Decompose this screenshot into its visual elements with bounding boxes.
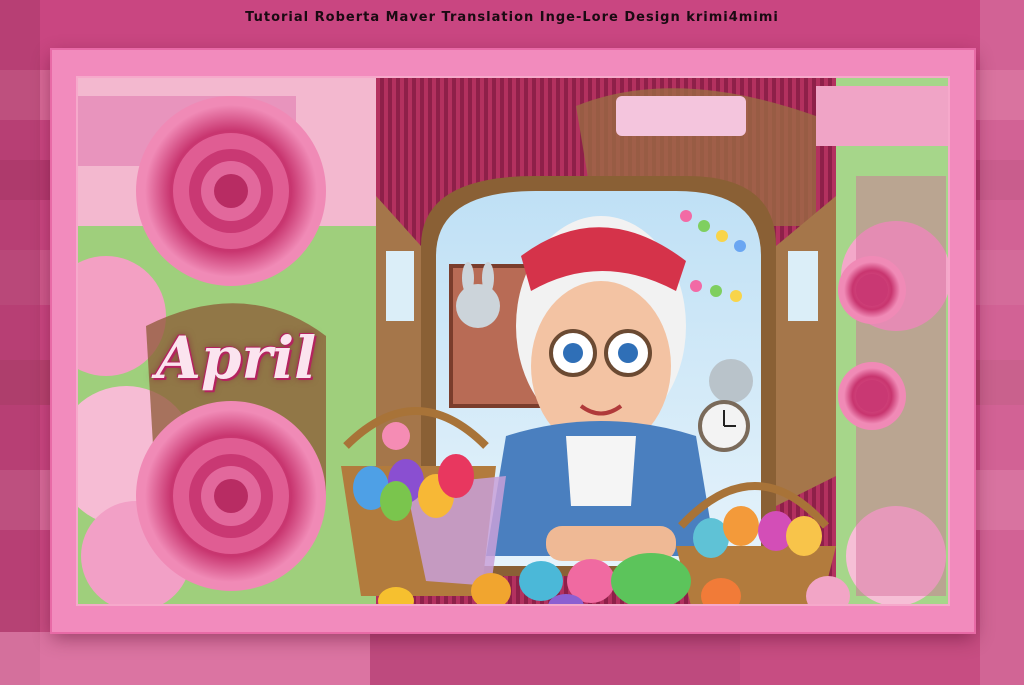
credits-caption: Tutorial Roberta Maver Translation Inge-… <box>245 10 779 25</box>
cushion <box>616 96 746 136</box>
right-garden <box>816 76 950 606</box>
rosette-small-top <box>838 256 906 324</box>
rosette-small-bottom <box>838 362 906 430</box>
rosette-large-bottom <box>136 401 326 591</box>
april-title: April <box>156 324 317 392</box>
rosette-large-top <box>136 96 326 286</box>
scene: April <box>76 76 950 606</box>
picture-frame: April <box>52 50 974 632</box>
